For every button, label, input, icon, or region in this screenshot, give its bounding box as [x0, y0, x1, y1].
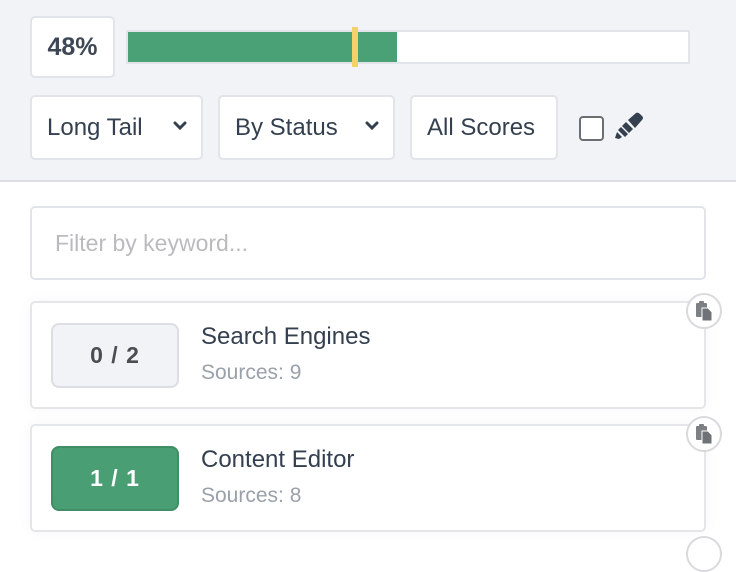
item-sources: Sources: 8 — [201, 484, 302, 507]
chevron-down-icon — [173, 121, 187, 131]
chevron-down-icon — [365, 121, 379, 131]
highlighter-icon[interactable] — [614, 112, 644, 142]
dropdown-label: Long Tail — [47, 113, 143, 141]
dropdown-label: By Status — [235, 113, 338, 141]
highlight-checkbox[interactable] — [579, 116, 604, 141]
list-item[interactable]: 1 / 1 Content Editor Sources: 8 — [30, 416, 722, 532]
toolbar-panel: 48% Long Tail By Status All Scores — [0, 0, 736, 182]
long-tail-dropdown[interactable]: Long Tail — [30, 95, 203, 160]
progress-percentage: 48% — [30, 16, 115, 78]
list-item[interactable]: 0 / 2 Search Engines Sources: 9 — [30, 293, 722, 409]
copy-icon — [696, 301, 713, 321]
progress-target-marker — [352, 27, 358, 67]
item-sources: Sources: 9 — [201, 361, 302, 384]
item-title: Search Engines — [201, 323, 371, 350]
all-scores-dropdown[interactable]: All Scores — [410, 95, 558, 160]
copy-button[interactable] — [686, 416, 722, 452]
item-title: Content Editor — [201, 446, 355, 473]
copy-button[interactable] — [686, 293, 722, 329]
dropdown-label: All Scores — [427, 113, 536, 141]
copy-button[interactable] — [686, 536, 722, 572]
by-status-dropdown[interactable]: By Status — [218, 95, 395, 160]
score-badge: 0 / 2 — [51, 323, 179, 388]
progress-bar — [126, 27, 690, 67]
keyword-filter-input[interactable] — [30, 206, 706, 280]
copy-icon — [696, 424, 713, 444]
score-badge: 1 / 1 — [51, 446, 179, 511]
